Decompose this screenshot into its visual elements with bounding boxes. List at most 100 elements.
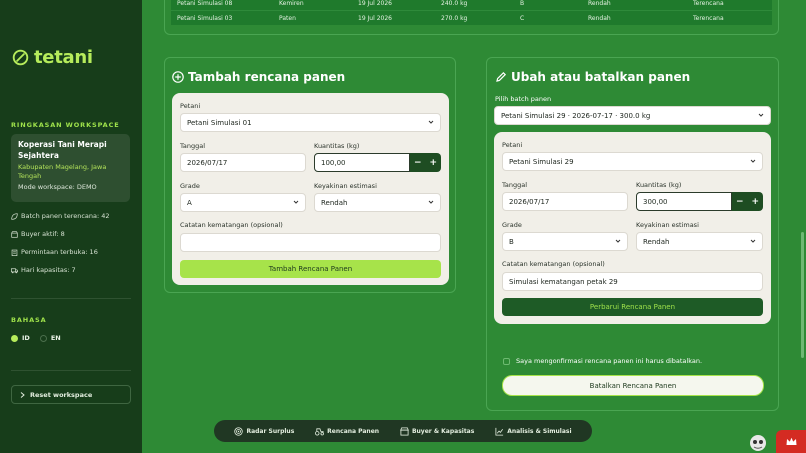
table-cell-quantity: 240.0 kg [441, 0, 468, 7]
tractor-icon [315, 427, 325, 436]
table-cell-farmer: Petani Simulasi 03 [177, 15, 233, 22]
cancel-confirm-checkbox[interactable]: Saya mengonfirmasi rencana panen ini har… [503, 357, 702, 365]
table-cell-quantity: 270.0 kg [441, 15, 468, 22]
radar-icon [234, 426, 244, 436]
stat-text: Hari kapasitas: 7 [21, 266, 76, 274]
edit-harvest-panel: Ubah atau batalkan panen Pilih batch pan… [486, 57, 779, 411]
update-harvest-button[interactable]: Perbarui Rencana Panen [502, 298, 763, 316]
language-selector: ID EN [11, 334, 61, 342]
date-input[interactable]: 2026/07/17 [180, 153, 306, 172]
nav-analysis-simulation[interactable]: Analisis & Simulasi [495, 427, 572, 436]
grade-label: Grade [180, 182, 200, 190]
grade-value: B [509, 237, 514, 246]
note-input[interactable] [180, 233, 441, 252]
bottom-nav: Radar Surplus Rencana Panen Buyer & Kapa… [214, 420, 592, 442]
stat-active-buyers: Buyer aktif: 8 [11, 230, 65, 238]
quantity-buttons: − + [410, 153, 441, 172]
table-row[interactable]: Petani Simulasi 08 Kemiren 19 Jul 2026 2… [171, 0, 772, 11]
language-option-en[interactable]: EN [39, 334, 61, 342]
confidence-value: Rendah [321, 198, 348, 207]
confidence-label: Keyakinan estimasi [636, 221, 699, 229]
date-value: 2026/07/17 [187, 158, 228, 167]
workspace-card: Koperasi Tani Merapi Sejahtera Kabupaten… [11, 134, 130, 202]
pencil-icon [496, 71, 507, 82]
table-cell-village: Paten [279, 15, 296, 22]
grade-select[interactable]: B [502, 232, 628, 251]
grade-label: Grade [502, 221, 522, 229]
quantity-input[interactable]: 300,00 [636, 192, 732, 211]
chevron-down-icon [293, 200, 299, 204]
table-cell-grade: C [520, 15, 525, 22]
date-value: 2026/07/17 [509, 197, 550, 206]
note-value: Simulasi kematangan petak 29 [509, 277, 618, 286]
farmer-label: Petani [180, 102, 201, 110]
confidence-select[interactable]: Rendah [314, 193, 441, 212]
app-name: tetani [34, 47, 93, 68]
plus-icon[interactable]: + [429, 158, 437, 168]
farmer-select[interactable]: Petani Simulasi 01 [180, 113, 441, 132]
quantity-stepper[interactable]: 300,00 − + [636, 192, 763, 211]
table-row[interactable]: Petani Simulasi 03 Paten 19 Jul 2026 270… [171, 12, 772, 26]
table-cell-date: 19 Jul 2026 [358, 15, 392, 22]
add-harvest-button[interactable]: Tambah Rencana Panen [180, 260, 441, 278]
date-input[interactable]: 2026/07/17 [502, 192, 628, 211]
language-code: ID [22, 334, 30, 342]
minus-icon[interactable]: − [736, 197, 744, 207]
chevron-down-icon [750, 159, 756, 163]
farmer-select[interactable]: Petani Simulasi 29 [502, 152, 763, 171]
note-label: Catatan kematangan (opsional) [180, 221, 283, 229]
panel-title-text: Ubah atau batalkan panen [511, 70, 691, 84]
leaf-icon [11, 212, 18, 220]
harvest-table: Petani Simulasi 08 Kemiren 19 Jul 2026 2… [164, 0, 779, 35]
nav-label: Radar Surplus [246, 427, 295, 435]
minus-icon[interactable]: − [414, 158, 422, 168]
nav-radar-surplus[interactable]: Radar Surplus [234, 426, 295, 436]
deploy-crown-button[interactable] [776, 430, 806, 453]
checkbox-icon[interactable] [503, 357, 510, 365]
nav-buyer-capacity[interactable]: Buyer & Kapasitas [400, 426, 474, 436]
crown-icon [786, 437, 796, 445]
table-cell-confidence: Rendah [588, 15, 611, 22]
table-cell-village: Kemiren [279, 0, 304, 7]
farmer-value: Petani Simulasi 01 [187, 118, 252, 127]
grade-value: A [187, 198, 192, 207]
nav-harvest-plan[interactable]: Rencana Panen [315, 427, 379, 436]
confidence-label: Keyakinan estimasi [314, 182, 377, 190]
farmer-label: Petani [502, 141, 523, 149]
language-title: BAHASA [11, 316, 47, 324]
quantity-value: 300,00 [643, 197, 668, 206]
workspace-mode: Mode workspace: DEMO [18, 183, 97, 191]
edit-harvest-title: Ubah atau batalkan panen [495, 70, 690, 84]
grade-select[interactable]: A [180, 193, 306, 212]
batch-select[interactable]: Petani Simulasi 29 · 2026-07-17 · 300.0 … [494, 106, 771, 125]
quantity-stepper[interactable]: 100,00 − + [314, 153, 441, 172]
app-logo[interactable]: tetani [12, 47, 93, 68]
stat-text: Permintaan terbuka: 16 [21, 248, 98, 256]
quantity-input[interactable]: 100,00 [314, 153, 410, 172]
cancel-harvest-button[interactable]: Batalkan Rencana Panen [502, 375, 764, 396]
plus-icon[interactable]: + [751, 197, 759, 207]
sidebar-divider [11, 298, 131, 299]
workspace-name: Koperasi Tani Merapi Sejahtera [18, 140, 107, 160]
add-harvest-form: Petani Petani Simulasi 01 Tanggal 2026/0… [172, 93, 449, 285]
radio-selected-icon [11, 334, 18, 342]
table-cell-date: 19 Jul 2026 [358, 0, 392, 7]
chevron-down-icon [750, 239, 756, 243]
chevron-down-icon [758, 113, 764, 117]
table-cell-status: Terencana [693, 15, 724, 22]
note-input[interactable]: Simulasi kematangan petak 29 [502, 272, 763, 291]
sidebar-divider [11, 370, 131, 371]
language-option-id[interactable]: ID [11, 334, 30, 342]
language-code: EN [50, 334, 61, 342]
panel-title-text: Tambah rencana panen [188, 70, 346, 84]
stat-capacity-days: Hari kapasitas: 7 [11, 266, 76, 274]
batch-label: Pilih batch panen [495, 95, 552, 103]
mascot-avatar-icon[interactable] [749, 434, 767, 452]
page-scrollbar[interactable] [801, 232, 804, 358]
harvest-table-body: Petani Simulasi 08 Kemiren 19 Jul 2026 2… [171, 0, 772, 25]
reset-workspace-button[interactable]: Reset workspace [11, 385, 131, 404]
chart-icon [495, 427, 504, 436]
confidence-select[interactable]: Rendah [636, 232, 763, 251]
nav-label: Rencana Panen [327, 427, 380, 435]
clipboard-icon [11, 249, 18, 256]
